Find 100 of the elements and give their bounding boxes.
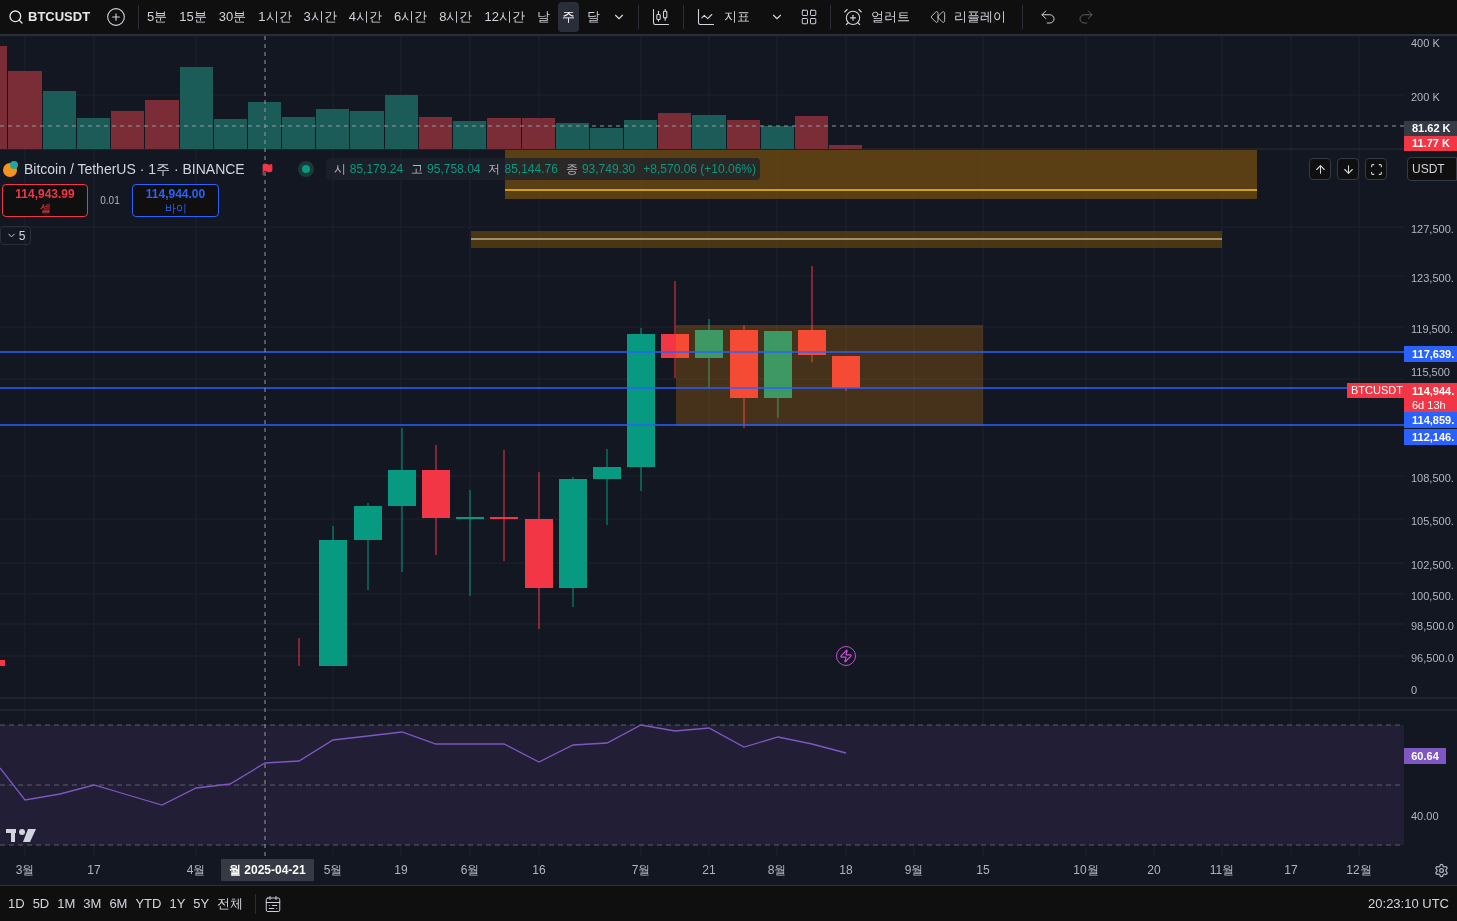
clock-text: 20:23:10 UTC xyxy=(1368,894,1450,913)
ohlc-label: 시 xyxy=(333,161,346,178)
buy-button[interactable]: 114,944.00 바이 xyxy=(132,184,219,217)
time-axis-label: 5월 xyxy=(323,863,343,877)
price-axis-label: 0 xyxy=(1411,683,1418,697)
volume-bar xyxy=(350,111,384,149)
redo-icon xyxy=(1076,8,1095,26)
settings-icon[interactable] xyxy=(1434,863,1449,878)
interval-tab[interactable]: 30분 xyxy=(214,2,251,32)
axis-label: 400 K xyxy=(1411,36,1440,50)
volume-label: 11.77 K xyxy=(1404,136,1457,151)
currency-button[interactable]: USDT xyxy=(1407,157,1457,181)
interval-tab[interactable]: 4시간 xyxy=(344,2,386,32)
price-axis-label: 127,500. xyxy=(1411,222,1454,236)
replay-button[interactable]: 리플레이 xyxy=(917,7,1018,27)
time-axis-label: 8월 xyxy=(767,863,787,877)
logo-icon xyxy=(6,829,36,842)
move-down-button[interactable] xyxy=(1337,158,1359,180)
change-value: +8,570.06 (+10.06%) xyxy=(643,161,757,178)
interval-tab[interactable]: 15분 xyxy=(175,2,211,32)
interval-tab[interactable]: 주 xyxy=(557,2,579,32)
search-icon xyxy=(8,9,24,25)
range-button[interactable]: 1Y xyxy=(165,893,190,914)
alarm-clock-icon xyxy=(842,7,863,27)
price-axis-label: 119,500. xyxy=(1411,322,1453,336)
fit-button[interactable] xyxy=(1365,158,1387,180)
time-axis-label: 16 xyxy=(532,863,546,877)
interval-tab[interactable]: 날 xyxy=(532,2,554,32)
bar-countdown: 6d 13h xyxy=(1412,398,1447,412)
range-button[interactable]: YTD xyxy=(131,893,166,914)
price-line-tag: 117,639. xyxy=(1404,346,1457,362)
symbol-search-button[interactable]: BTCUSDT xyxy=(4,7,95,27)
interval-tab[interactable]: 달 xyxy=(582,2,604,32)
arrow-down-icon xyxy=(1341,162,1355,176)
calendar-icon xyxy=(264,894,283,913)
time-axis-label: 18 xyxy=(839,863,853,877)
symbol-title: Bitcoin / TetherUS · 1주 · BINANCE xyxy=(24,160,245,179)
candlestick-icon xyxy=(650,7,671,27)
crosshair-time-label: 월 2025-04-21 xyxy=(221,859,314,881)
interval-tab[interactable]: 1시간 xyxy=(254,2,296,32)
volume-bar xyxy=(316,109,349,149)
time-axis-label: 4월 xyxy=(186,863,206,877)
ohlc-label: 종 xyxy=(565,161,578,178)
sell-button[interactable]: 114,943.99 셀 xyxy=(2,184,88,217)
time-axis-label: 7월 xyxy=(631,863,651,877)
volume-bar xyxy=(658,113,691,149)
ohlc-value: 95,758.04 xyxy=(427,161,481,178)
price-axis-label: 115,500 xyxy=(1411,365,1450,379)
candlestick xyxy=(695,318,723,389)
ohlc-label: 저 xyxy=(488,161,501,178)
volume-bar xyxy=(556,123,589,149)
time-axis-label: 3월 xyxy=(15,863,35,877)
arrow-up-icon xyxy=(1313,162,1327,176)
date-range-button[interactable] xyxy=(264,894,283,913)
move-up-button[interactable] xyxy=(1309,158,1331,180)
alert-button[interactable]: 얼러트 xyxy=(838,7,914,27)
ohlc-value: 93,749.30 xyxy=(581,161,636,178)
volume-bar xyxy=(624,120,657,149)
time-axis-label: 15 xyxy=(976,863,990,877)
symbol-price-tag: BTCUSDT xyxy=(1347,383,1407,398)
interval-tab[interactable]: 6시간 xyxy=(390,2,432,32)
interval-tab[interactable]: 5분 xyxy=(143,2,172,32)
last-price-value: 114,944. xyxy=(1412,384,1456,398)
flag-icon xyxy=(260,162,274,176)
price-axis-label: 102,500. xyxy=(1411,558,1454,572)
ohlc-label: 고 xyxy=(411,161,424,178)
undo-icon xyxy=(1038,8,1057,26)
price-axis-label: 100,500. xyxy=(1411,589,1454,603)
axis-label: 200 K xyxy=(1411,90,1440,104)
time-axis-label: 21 xyxy=(702,863,716,877)
plus-icon xyxy=(106,7,127,27)
range-button[interactable]: 5Y xyxy=(189,893,214,914)
grid-icon xyxy=(799,8,818,26)
range-button[interactable]: 5D xyxy=(28,893,54,914)
volume-bar xyxy=(590,128,623,149)
price-axis-label: 108,500. xyxy=(1411,471,1454,485)
range-button[interactable]: 1D xyxy=(4,893,29,914)
time-axis-label: 6월 xyxy=(460,863,480,877)
volume-bar xyxy=(111,111,144,149)
volume-bar xyxy=(692,115,726,149)
interval-tab[interactable]: 8시간 xyxy=(435,2,477,32)
time-axis-label: 12월 xyxy=(1346,863,1372,877)
volume-bar xyxy=(487,118,521,149)
rewind-icon xyxy=(929,9,946,25)
interval-tab[interactable]: 3시간 xyxy=(299,2,341,32)
range-button[interactable]: 1M xyxy=(53,893,80,914)
coin-icon xyxy=(2,160,20,178)
interval-tab[interactable]: 12시간 xyxy=(480,2,529,32)
range-button[interactable]: 전체 xyxy=(213,893,248,914)
indicators-button[interactable]: 지표 xyxy=(687,7,758,27)
time-axis-label: 11월 xyxy=(1209,863,1235,877)
time-axis-label: 19 xyxy=(394,863,408,877)
indicator-toggle-button[interactable]: 5 xyxy=(0,226,31,245)
rsi-axis-label: 40.00 xyxy=(1411,809,1439,823)
price-line-tag: 112,146. xyxy=(1404,429,1457,445)
range-button[interactable]: 3M xyxy=(79,893,106,914)
price-axis-label: 105,500. xyxy=(1411,514,1454,528)
rsi-value-tag: 60.64 xyxy=(1404,748,1446,764)
time-axis-label: 17 xyxy=(1284,863,1298,877)
range-button[interactable]: 6M xyxy=(105,893,132,914)
